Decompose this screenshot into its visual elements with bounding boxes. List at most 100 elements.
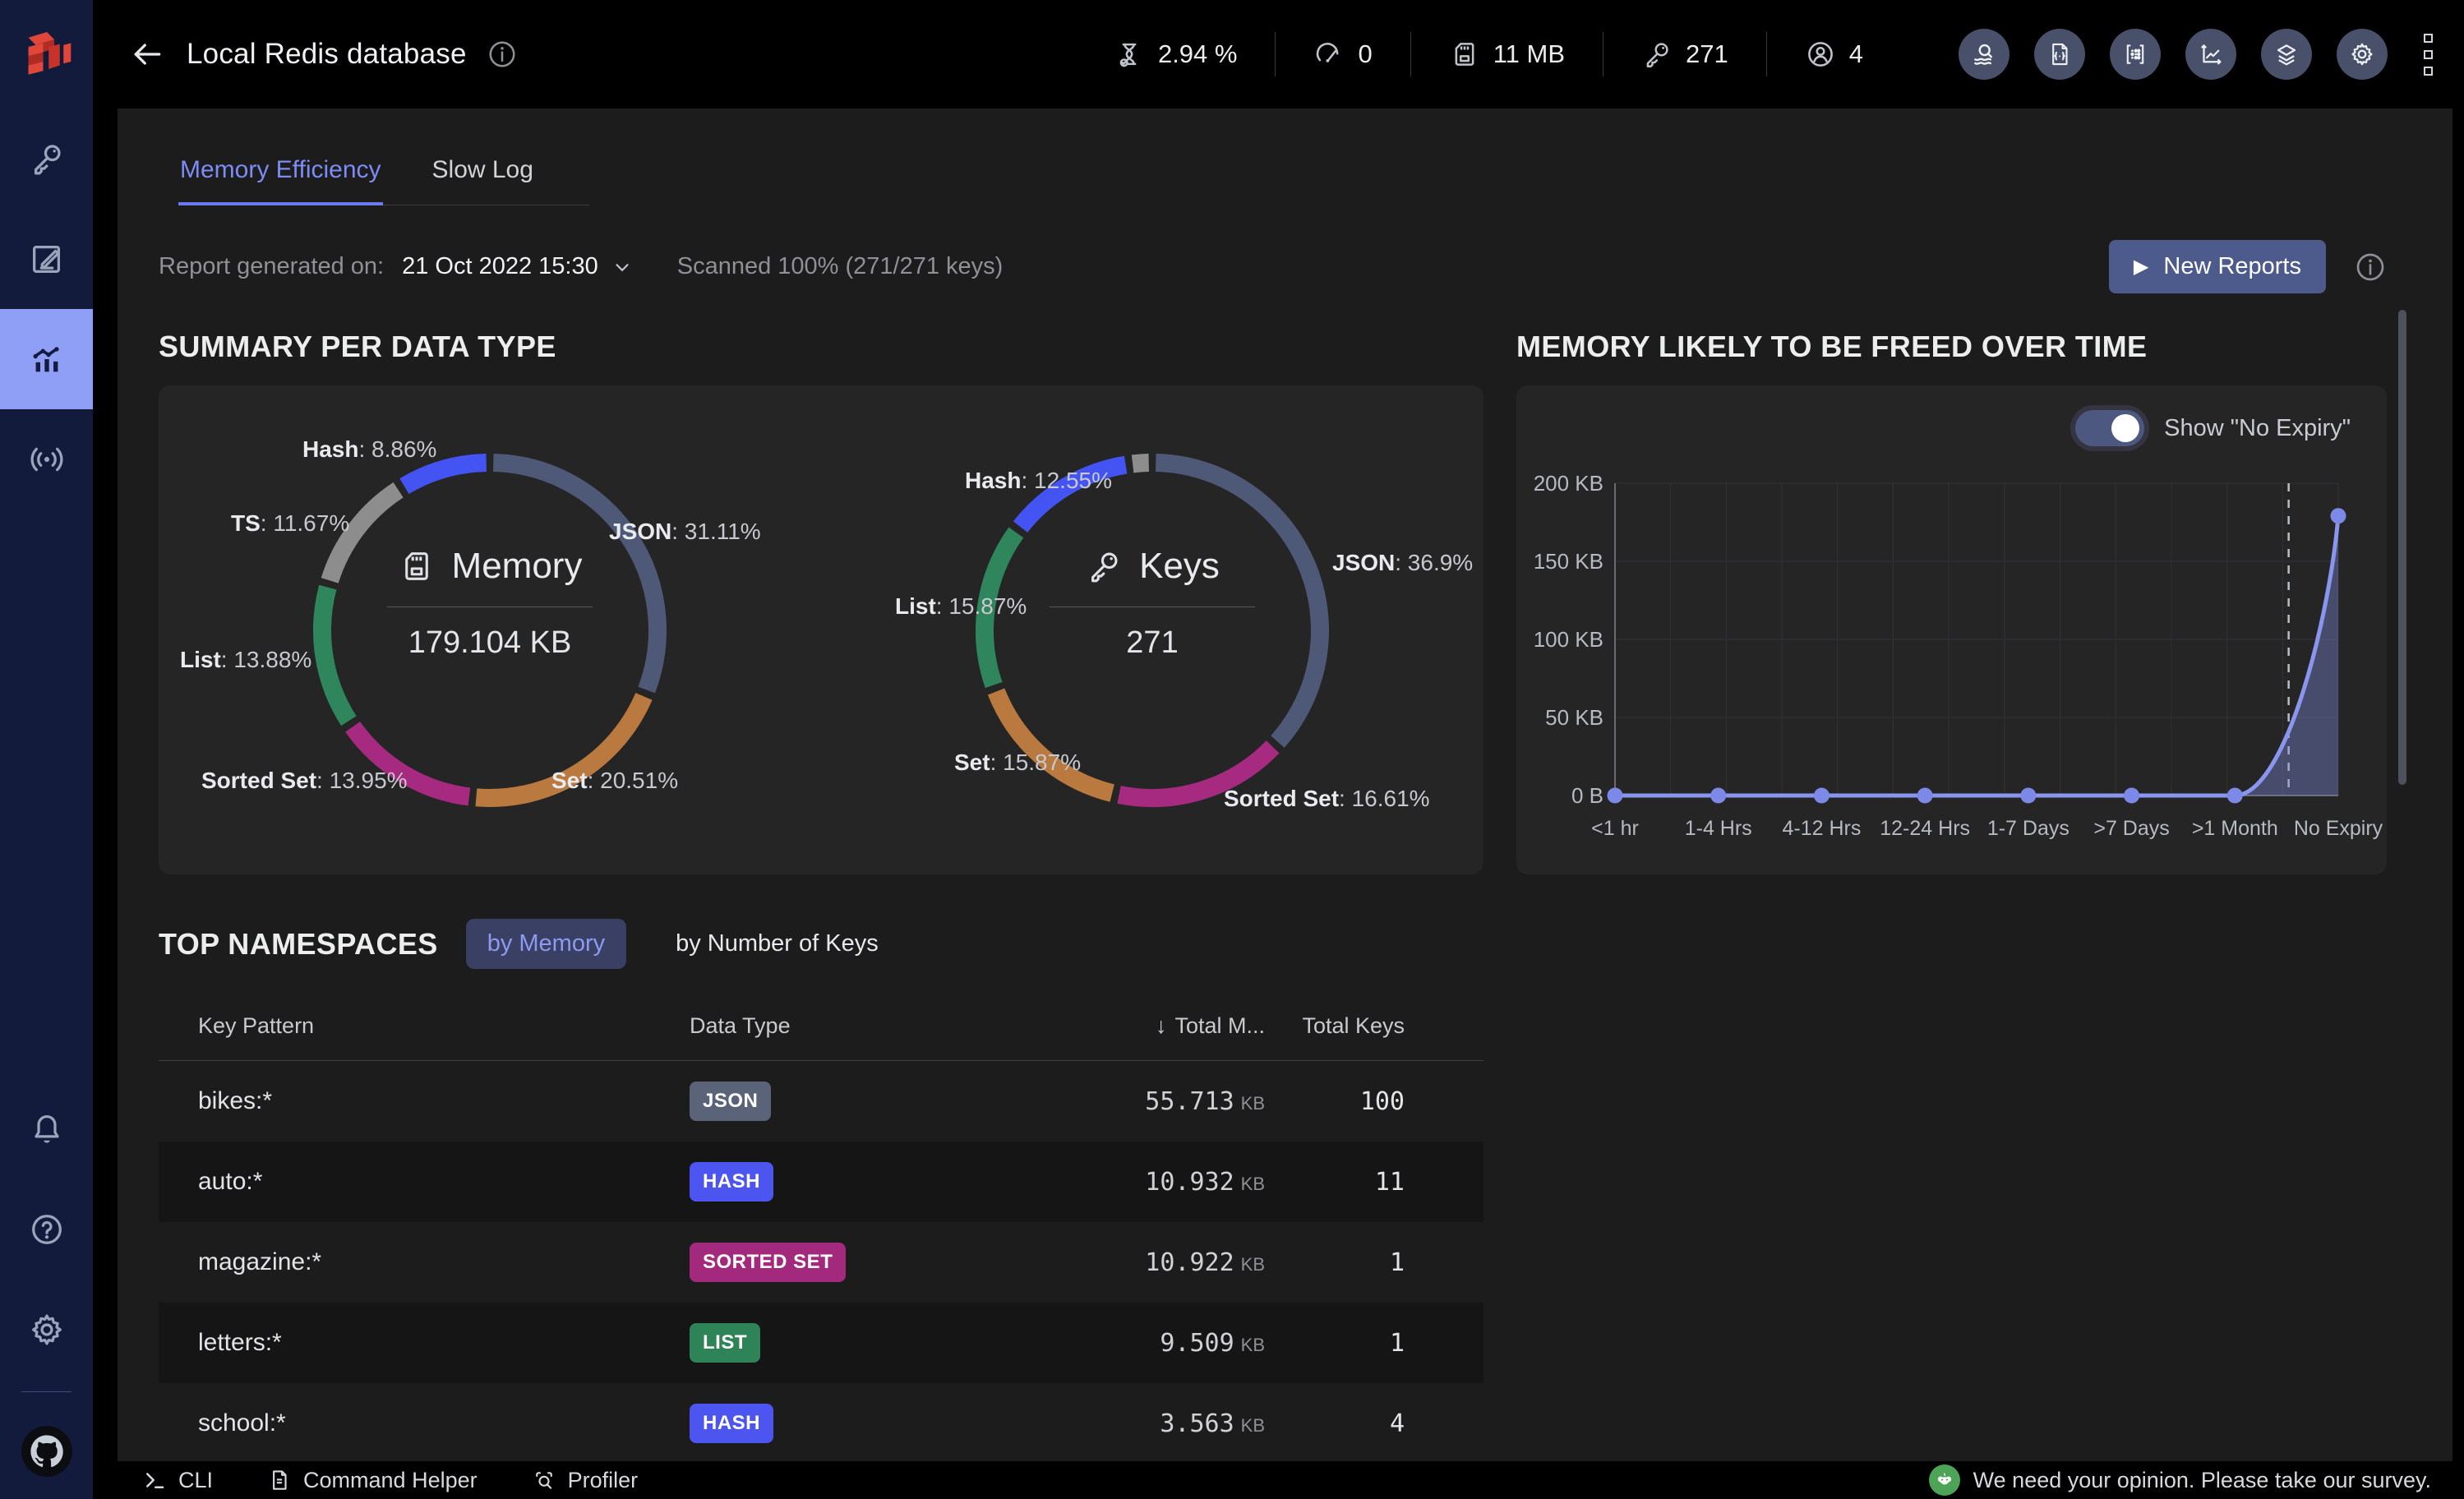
survey-link[interactable]: We need your opinion. Please take our su… bbox=[1929, 1464, 2431, 1496]
stat-cpu: 2.94 % bbox=[1076, 32, 1276, 76]
data-point bbox=[2124, 788, 2139, 804]
tab-slow-log[interactable]: Slow Log bbox=[431, 151, 535, 205]
donut-label-list: List: 13.88% bbox=[180, 647, 311, 673]
donut-label-hash: Hash: 8.86% bbox=[302, 436, 436, 463]
data-type-badge: SORTED SET bbox=[690, 1243, 846, 1282]
total-keys-cell: 1 bbox=[1265, 1248, 1405, 1277]
table-row: magazine:*SORTED SET10.922KB1 bbox=[159, 1222, 1483, 1303]
show-no-expiry-toggle[interactable] bbox=[2075, 410, 2144, 446]
keys-donut-center: Keys 271 bbox=[988, 546, 1317, 661]
data-point bbox=[1710, 788, 1726, 804]
new-reports-button[interactable]: ▶ New Reports bbox=[2109, 240, 2326, 293]
report-generated-label: Report generated on: bbox=[159, 253, 384, 280]
sidebar-item-browser[interactable] bbox=[0, 108, 93, 209]
play-icon: ▶ bbox=[2134, 255, 2148, 279]
donut-label-set: Set: 20.51% bbox=[551, 768, 678, 794]
sidebar-item-workbench[interactable] bbox=[0, 209, 93, 309]
gear-icon bbox=[28, 1311, 66, 1349]
filter-by-keys[interactable]: by Number of Keys bbox=[654, 919, 900, 969]
stat-memory: 11 MB bbox=[1411, 32, 1603, 76]
cli-button[interactable]: CLI bbox=[142, 1468, 213, 1493]
data-type-cell: LIST bbox=[690, 1323, 1068, 1363]
sidebar-item-help[interactable] bbox=[0, 1179, 93, 1280]
data-point bbox=[1814, 788, 1830, 804]
data-type-badge: JSON bbox=[690, 1082, 771, 1121]
memory-donut-center: Memory 179.104 KB bbox=[325, 546, 654, 661]
keys-donut-title: Keys bbox=[1139, 546, 1220, 587]
user-icon bbox=[1805, 39, 1836, 70]
line-series bbox=[1615, 516, 2338, 796]
keys-donut-chart: Keys 271 JSON: 36.9%Sorted Set: 16.61%Se… bbox=[821, 385, 1483, 874]
report-info-icon[interactable] bbox=[2354, 251, 2387, 284]
topbar: Local Redis database 2.94 % 0 11 MB bbox=[93, 0, 2464, 108]
analyze-button[interactable] bbox=[2110, 29, 2161, 80]
report-date: 21 Oct 2022 15:30 bbox=[402, 253, 598, 280]
data-type-cell: HASH bbox=[690, 1162, 1068, 1202]
key-pattern-cell: auto:* bbox=[159, 1168, 690, 1196]
summary-card: Memory 179.104 KB JSON: 31.11%Set: 20.51… bbox=[159, 385, 1483, 874]
sidebar-item-analytics[interactable] bbox=[0, 309, 93, 409]
layers-button[interactable] bbox=[2261, 29, 2312, 80]
col-data-type[interactable]: Data Type bbox=[690, 1013, 1068, 1039]
filter-by-memory[interactable]: by Memory bbox=[466, 919, 626, 969]
browse-insights-button[interactable] bbox=[1959, 29, 2009, 80]
profiler-button[interactable]: Profiler bbox=[532, 1468, 639, 1493]
toggle-knob bbox=[2111, 414, 2139, 442]
table-row: letters:*LIST9.509KB1 bbox=[159, 1303, 1483, 1383]
namespaces-title: TOP NAMESPACES bbox=[159, 927, 438, 962]
namespaces-table: Key Pattern Data Type ↓Total M... Total … bbox=[159, 999, 1483, 1461]
sidebar-item-pubsub[interactable] bbox=[0, 409, 93, 510]
summary-title: SUMMARY PER DATA TYPE bbox=[159, 330, 1483, 364]
more-menu-button[interactable] bbox=[2424, 34, 2433, 76]
donut-label-sorted-set: Sorted Set: 13.95% bbox=[201, 768, 408, 794]
y-tick-label: 100 KB bbox=[1534, 627, 1603, 652]
analysis-tabs: Memory Efficiency Slow Log bbox=[178, 151, 589, 205]
sidebar-spacer bbox=[0, 510, 93, 1079]
report-date-select[interactable]: 21 Oct 2022 15:30 bbox=[402, 253, 633, 280]
db-info-icon[interactable] bbox=[487, 39, 518, 70]
vertical-scrollbar[interactable] bbox=[2398, 310, 2406, 785]
back-button[interactable] bbox=[129, 36, 165, 72]
col-total-memory[interactable]: ↓Total M... bbox=[1068, 1013, 1265, 1039]
back-arrow-icon bbox=[129, 36, 165, 72]
stat-ops: 0 bbox=[1276, 32, 1410, 76]
analysis-chart-button[interactable] bbox=[2185, 29, 2236, 80]
analytics-icon bbox=[28, 340, 66, 378]
chevron-down-icon bbox=[611, 256, 633, 278]
col-total-keys[interactable]: Total Keys bbox=[1265, 1013, 1405, 1039]
workbench-json-button[interactable] bbox=[2034, 29, 2085, 80]
analysis-page: Memory Efficiency Slow Log Report genera… bbox=[118, 108, 2452, 1461]
sidebar-item-notifications[interactable] bbox=[0, 1079, 93, 1179]
key-icon bbox=[1085, 547, 1123, 585]
stat-ops-value: 0 bbox=[1358, 39, 1372, 69]
x-tick-label: 1-4 Hrs bbox=[1685, 817, 1752, 840]
sidebar-item-settings[interactable] bbox=[0, 1280, 93, 1380]
keys-donut-value: 271 bbox=[1126, 625, 1178, 661]
total-keys-cell: 4 bbox=[1265, 1409, 1405, 1438]
command-helper-button[interactable]: Command Helper bbox=[267, 1468, 478, 1493]
memory-donut-value: 179.104 KB bbox=[408, 625, 572, 661]
memory-card-icon bbox=[1449, 39, 1480, 70]
data-type-cell: JSON bbox=[690, 1082, 1068, 1121]
layers-icon bbox=[2273, 40, 2300, 68]
col-key-pattern[interactable]: Key Pattern bbox=[159, 1013, 690, 1039]
stat-clients-value: 4 bbox=[1849, 39, 1863, 69]
data-point bbox=[1608, 788, 1623, 804]
redis-logo[interactable] bbox=[0, 0, 93, 108]
table-row: school:*HASH3.563KB4 bbox=[159, 1383, 1483, 1461]
total-memory-cell: 9.509KB bbox=[1068, 1329, 1265, 1358]
donut-label-hash: Hash: 12.55% bbox=[965, 468, 1112, 494]
data-type-badge: HASH bbox=[690, 1404, 773, 1443]
tab-memory-efficiency[interactable]: Memory Efficiency bbox=[178, 151, 383, 205]
sidebar-item-github[interactable] bbox=[0, 1404, 93, 1499]
settings-button[interactable] bbox=[2337, 29, 2388, 80]
x-tick-label: 1-7 Days bbox=[1987, 817, 2069, 840]
area-fill bbox=[2235, 516, 2338, 796]
memory-freed-section: MEMORY LIKELY TO BE FREED OVER TIME Show… bbox=[1516, 330, 2387, 874]
key-pattern-cell: letters:* bbox=[159, 1329, 690, 1357]
db-stats: 2.94 % 0 11 MB 271 4 bbox=[1076, 32, 1901, 76]
donut-segment-set bbox=[996, 692, 1112, 794]
line-chart-icon bbox=[2197, 40, 2225, 68]
scanned-status: Scanned 100% (271/271 keys) bbox=[677, 253, 1004, 280]
matrix-icon bbox=[2121, 40, 2149, 68]
